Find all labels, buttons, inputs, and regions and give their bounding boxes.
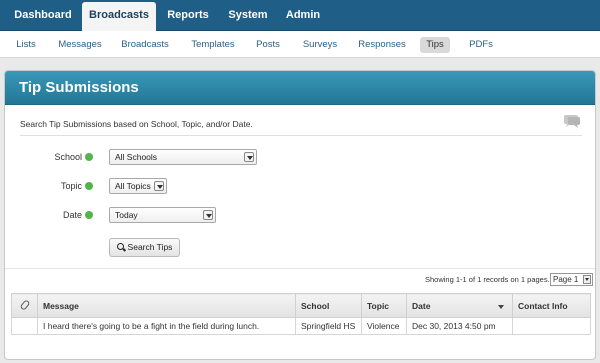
paperclip-icon bbox=[18, 298, 31, 311]
school-column-header[interactable]: School bbox=[295, 293, 362, 318]
table-row[interactable]: I heard there's going to be a fight in t… bbox=[11, 317, 591, 335]
subnav-messages[interactable]: Messages bbox=[54, 37, 106, 53]
school-select[interactable]: All Schools bbox=[109, 149, 257, 165]
comment-icon[interactable] bbox=[563, 115, 581, 129]
chevron-down-icon bbox=[583, 275, 591, 284]
chevron-down-icon bbox=[154, 181, 164, 191]
tab-reports[interactable]: Reports bbox=[160, 0, 216, 31]
tab-system[interactable]: System bbox=[222, 0, 274, 31]
date-select-value: Today bbox=[115, 210, 138, 220]
topic-column-header[interactable]: Topic bbox=[361, 293, 407, 318]
topic-label: Topic bbox=[60, 181, 82, 191]
tip-submissions-panel: Tip Submissions Search Tip Submissions b… bbox=[4, 70, 596, 360]
subnav-tips[interactable]: Tips bbox=[420, 37, 450, 53]
school-label: School bbox=[54, 152, 82, 162]
divider bbox=[5, 268, 595, 269]
tips-table: Message School Topic Date Contact Info I… bbox=[11, 293, 591, 335]
date-header-label: Date bbox=[412, 300, 431, 311]
contact-cell bbox=[512, 317, 591, 335]
subnav-responses[interactable]: Responses bbox=[354, 37, 410, 53]
date-column-header[interactable]: Date bbox=[406, 293, 513, 318]
attachment-cell bbox=[11, 317, 38, 335]
topic-select[interactable]: All Topics bbox=[109, 178, 167, 194]
check-icon bbox=[85, 210, 93, 219]
panel-title: Tip Submissions bbox=[19, 79, 139, 96]
school-select-value: All Schools bbox=[115, 152, 158, 162]
sub-nav: Lists Messages Broadcasts Templates Post… bbox=[0, 31, 600, 58]
subnav-surveys[interactable]: Surveys bbox=[298, 37, 342, 53]
school-label-row: School bbox=[33, 152, 93, 162]
tab-dashboard[interactable]: Dashboard bbox=[6, 0, 80, 31]
date-cell: Dec 30, 2013 4:50 pm bbox=[406, 317, 513, 335]
panel-description: Search Tip Submissions based on School, … bbox=[20, 119, 253, 129]
message-cell: I heard there's going to be a fight in t… bbox=[37, 317, 296, 335]
tab-broadcasts[interactable]: Broadcasts bbox=[82, 2, 156, 31]
attachment-column-header[interactable] bbox=[11, 293, 38, 318]
results-summary: Showing 1-1 of 1 records on 1 pages. bbox=[425, 275, 550, 284]
subnav-lists[interactable]: Lists bbox=[10, 37, 42, 53]
subnav-templates[interactable]: Templates bbox=[186, 37, 240, 53]
topic-select-value: All Topics bbox=[115, 181, 151, 191]
check-icon bbox=[85, 181, 93, 190]
sort-desc-icon bbox=[498, 304, 504, 309]
date-label-row: Date bbox=[33, 210, 93, 220]
page-select-value: Page 1 bbox=[553, 275, 579, 284]
message-column-header[interactable]: Message bbox=[37, 293, 296, 318]
topic-cell: Violence bbox=[361, 317, 407, 335]
topic-label-row: Topic bbox=[33, 181, 93, 191]
check-icon bbox=[85, 152, 93, 161]
date-label: Date bbox=[62, 210, 82, 220]
search-icon bbox=[116, 243, 124, 250]
chevron-down-icon bbox=[244, 152, 254, 162]
school-cell: Springfield HS bbox=[295, 317, 362, 335]
table-header-row: Message School Topic Date Contact Info bbox=[11, 293, 591, 318]
date-select[interactable]: Today bbox=[109, 207, 216, 223]
divider bbox=[20, 135, 582, 136]
chevron-down-icon bbox=[203, 210, 213, 220]
page-select[interactable]: Page 1 bbox=[550, 273, 593, 286]
subnav-posts[interactable]: Posts bbox=[252, 37, 284, 53]
contact-column-header[interactable]: Contact Info bbox=[512, 293, 591, 318]
search-tips-label: Search Tips bbox=[127, 242, 173, 252]
search-tips-button[interactable]: Search Tips bbox=[109, 238, 180, 257]
top-nav: Dashboard Broadcasts Reports System Admi… bbox=[0, 0, 600, 31]
subnav-pdfs[interactable]: PDFs bbox=[464, 37, 498, 53]
tab-admin[interactable]: Admin bbox=[280, 0, 326, 31]
subnav-broadcasts[interactable]: Broadcasts bbox=[118, 37, 172, 53]
